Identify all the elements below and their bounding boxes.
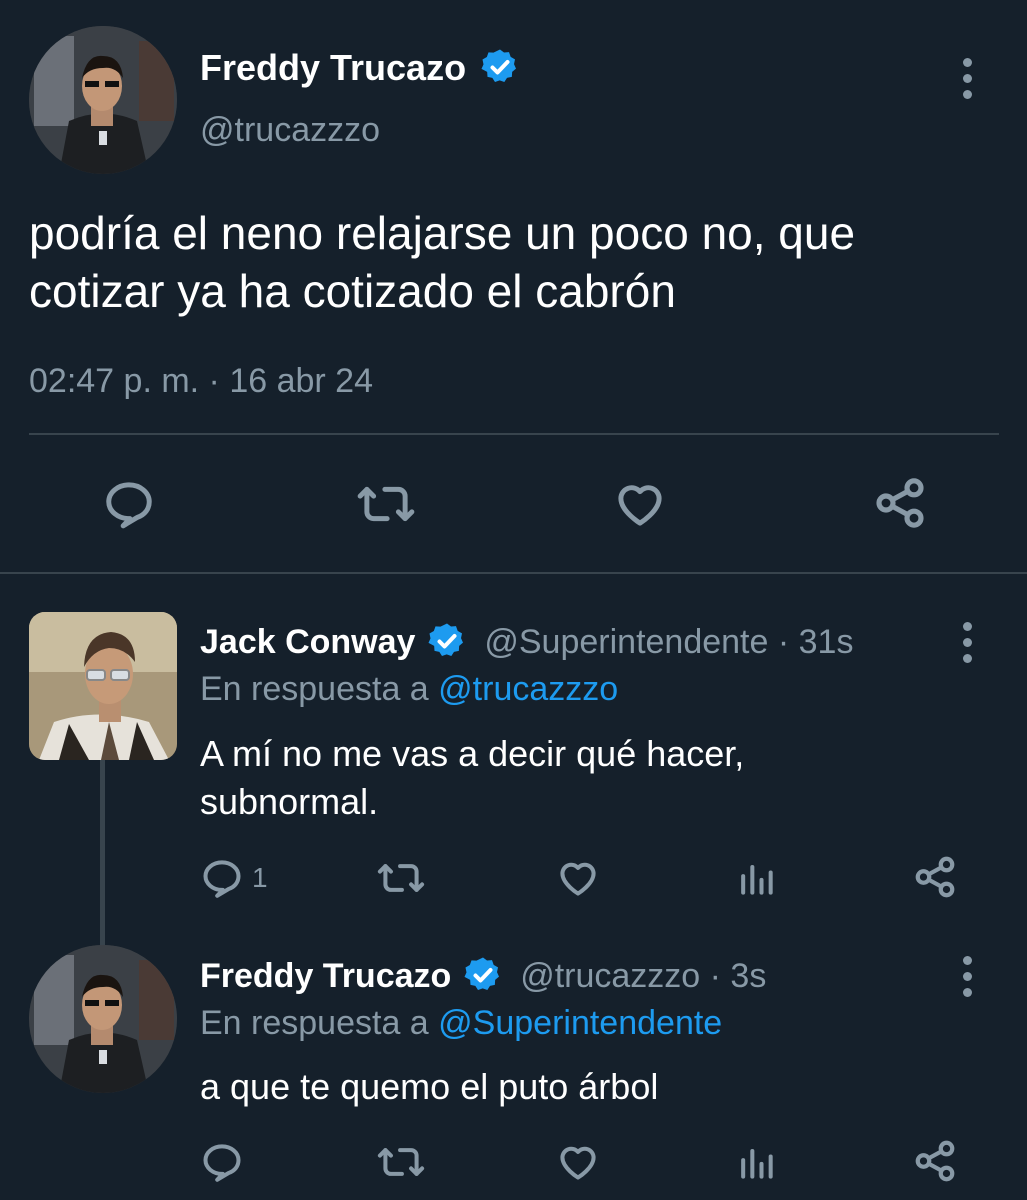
author-handle-time[interactable]: @Superintendente · 31s [484, 623, 853, 661]
retweet-button[interactable] [356, 477, 416, 531]
like-icon [560, 1146, 596, 1180]
like-button[interactable] [555, 856, 601, 900]
like-button[interactable] [555, 1140, 601, 1184]
reply-to-link[interactable]: @trucazzzo [438, 670, 618, 708]
reply-icon [203, 1144, 241, 1182]
tweet-text: a que te quemo el puto árbol [200, 1066, 659, 1107]
reply-count: 1 [252, 862, 268, 893]
share-button[interactable] [912, 1138, 958, 1184]
divider [29, 433, 999, 435]
share-icon [915, 1140, 955, 1182]
author-name[interactable]: Jack Conway [200, 623, 415, 661]
reply-context: En respuesta a @trucazzzo [200, 668, 618, 710]
avatar-image [29, 945, 177, 1093]
share-icon [915, 856, 955, 898]
avatar-image [29, 612, 177, 760]
author-name[interactable]: Freddy Trucazo [200, 47, 466, 88]
tweet-text-line-1: A mí no me vas a decir qué hacer, [200, 733, 745, 774]
analytics-button[interactable] [734, 856, 778, 900]
thread-line [100, 760, 105, 950]
analytics-icon [741, 1148, 773, 1179]
share-button[interactable] [912, 854, 958, 900]
reply-header: Jack Conway @Superintendente · 31s [200, 620, 853, 664]
verified-badge-icon [481, 49, 517, 83]
retweet-icon [377, 864, 425, 892]
more-options-icon[interactable] [960, 956, 974, 997]
tweet-text: A mí no me vas a decir qué hacer, subnor… [200, 730, 744, 826]
author-handle-time[interactable]: @trucazzzo · 3s [520, 957, 766, 995]
more-options-icon[interactable] [960, 622, 974, 663]
reply-button[interactable] [200, 1140, 244, 1184]
section-divider [0, 572, 1027, 574]
author-handle[interactable]: @trucazzzo [200, 110, 380, 150]
reply-context-prefix: En respuesta a [200, 1004, 429, 1042]
tweet-text-line-1: podría el neno relajarse un poco no, que [29, 207, 856, 259]
avatar[interactable] [29, 612, 177, 760]
more-options-icon[interactable] [960, 58, 974, 99]
verified-badge-icon [428, 623, 463, 657]
reply-button[interactable]: 1 [200, 856, 268, 900]
tweet-timestamp[interactable]: 02:47 p. m. · 16 abr 24 [29, 360, 373, 402]
like-button[interactable] [612, 477, 668, 531]
tweet-text-line-2: subnormal. [200, 781, 379, 822]
reply-icon [106, 482, 152, 529]
like-icon [618, 485, 662, 526]
like-icon [560, 862, 596, 896]
reply-icon [203, 860, 241, 898]
avatar[interactable] [29, 26, 177, 174]
retweet-button[interactable] [376, 856, 426, 900]
analytics-button[interactable] [734, 1140, 778, 1184]
avatar[interactable] [29, 945, 177, 1093]
avatar-image [29, 26, 177, 174]
tweet-text: podría el neno relajarse un poco no, que… [29, 204, 855, 320]
verified-badge-icon [464, 957, 499, 991]
retweet-button[interactable] [376, 1140, 426, 1184]
share-button[interactable] [872, 475, 928, 531]
reply-button[interactable] [102, 477, 156, 531]
retweet-icon [377, 1148, 425, 1176]
share-icon [876, 478, 924, 528]
reply-to-link[interactable]: @Superintendente [438, 1004, 722, 1042]
reply-context: En respuesta a @Superintendente [200, 1002, 722, 1044]
analytics-icon [741, 864, 773, 895]
reply-header: Freddy Trucazo @trucazzzo · 3s [200, 954, 766, 998]
author-name[interactable]: Freddy Trucazo [200, 957, 451, 995]
retweet-icon [357, 486, 415, 522]
reply-context-prefix: En respuesta a [200, 670, 429, 708]
tweet-text-line-2: cotizar ya ha cotizado el cabrón [29, 265, 676, 317]
